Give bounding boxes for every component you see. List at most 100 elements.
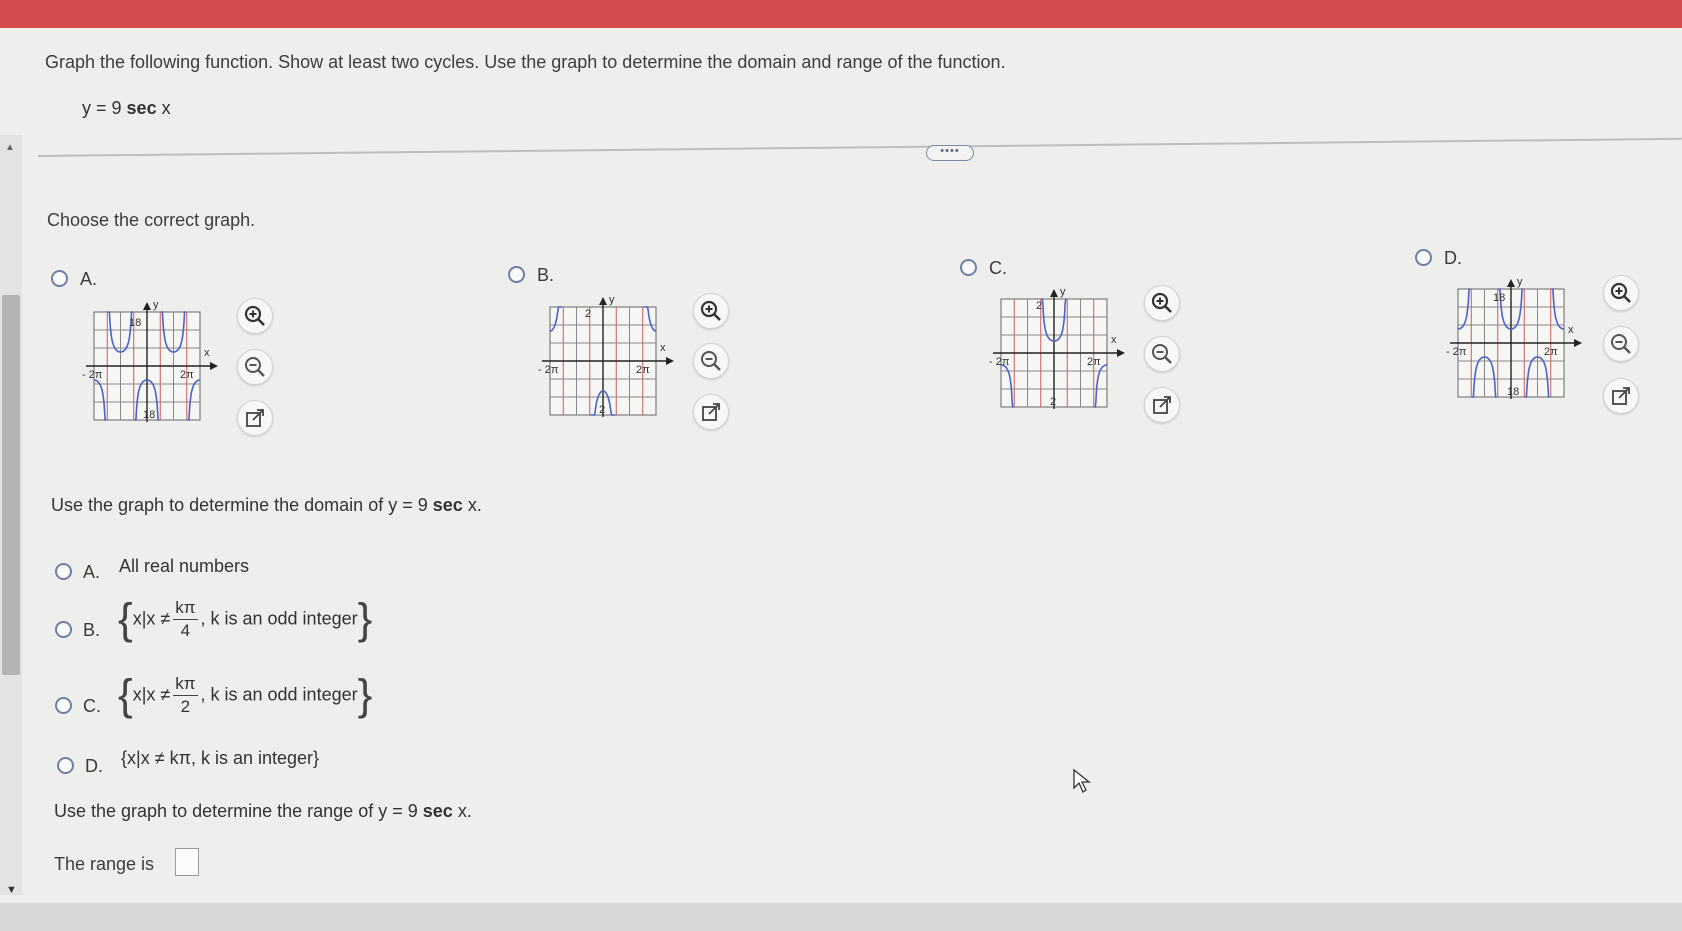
domain-question-prefix: Use the graph to determine the domain of… — [51, 495, 428, 515]
x-neg-tick-label: - 2π — [82, 369, 103, 381]
graph-option-a[interactable]: y x 18 18 - 2π 2π — [78, 299, 223, 440]
y-min-tick-label: 2 — [1050, 396, 1056, 408]
top-header-bar — [0, 0, 1682, 30]
question-panel — [0, 28, 1682, 903]
range-question: Use the graph to determine the range of … — [54, 801, 472, 822]
domain-option-b-tail: , k is an odd integer — [200, 608, 358, 629]
function-sec: sec — [126, 98, 157, 118]
domain-option-c-fraction: kπ 2 — [173, 673, 198, 718]
domain-option-c-label: C. — [83, 696, 101, 716]
domain-option-c-set: {x|x ≠ kπ 2, k is an odd integer} — [118, 673, 372, 718]
x-axis-label: x — [1568, 324, 1574, 336]
y-max-tick-label: 18 — [1493, 292, 1505, 304]
scrollbar-thumb[interactable] — [2, 295, 20, 675]
graph-c-zoom-in-button[interactable] — [1144, 285, 1180, 321]
graph-c-zoom-out-button[interactable] — [1144, 336, 1180, 372]
domain-option-c-tail: , k is an odd integer — [200, 684, 358, 705]
domain-question-sec: sec — [432, 495, 463, 515]
x-axis-label: x — [1111, 334, 1117, 346]
external-link-icon — [702, 403, 720, 421]
graph-option-d-radio[interactable] — [1415, 249, 1432, 266]
domain-option-c-numerator: kπ — [173, 673, 198, 696]
x-neg-tick-label: - 2π — [989, 356, 1010, 368]
domain-option-d-label: D. — [85, 756, 103, 776]
graph-c-open-external-button[interactable] — [1144, 387, 1180, 423]
domain-option-c-denominator: 2 — [180, 697, 191, 716]
left-brace: { — [118, 670, 133, 720]
x-axis-label: x — [204, 347, 210, 359]
x-neg-tick-label: - 2π — [538, 364, 559, 376]
domain-option-b-label: B. — [83, 620, 101, 640]
function-prefix: y = 9 — [82, 98, 122, 118]
y-max-tick-label: 18 — [129, 317, 141, 329]
domain-option-d-text: {x|x ≠ kπ, k is an integer} — [121, 748, 320, 768]
graph-a-open-external-button[interactable] — [237, 400, 273, 436]
external-link-icon — [1612, 387, 1630, 405]
graph-d-open-external-button[interactable] — [1603, 378, 1639, 414]
y-max-tick-label: 2 — [1036, 300, 1042, 312]
domain-option-b-denominator: 4 — [180, 621, 191, 640]
graph-b-zoom-out-button[interactable] — [693, 343, 729, 379]
range-question-prefix: Use the graph to determine the range of … — [54, 801, 418, 821]
graph-option-b-radio[interactable] — [508, 266, 525, 283]
y-axis-label: y — [609, 295, 615, 306]
domain-option-b-radio[interactable] — [55, 621, 72, 638]
domain-option-a-text: All real numbers — [119, 556, 250, 576]
graph-option-b[interactable]: y x 2 2 - 2π 2π — [534, 294, 679, 435]
scroll-down-arrow-icon[interactable]: ▼ — [6, 884, 17, 896]
zoom-in-icon — [244, 305, 265, 326]
domain-option-a-radio[interactable] — [55, 563, 72, 580]
graph-option-c[interactable]: y x 2 2 - 2π 2π — [985, 286, 1130, 427]
x-pos-tick-label: 2π — [1087, 356, 1101, 368]
choose-graph-label: Choose the correct graph. — [47, 210, 256, 230]
zoom-in-icon — [1151, 292, 1172, 313]
y-axis-label: y — [1060, 287, 1066, 298]
graph-a-zoom-in-button[interactable] — [237, 298, 273, 334]
graph-option-a-label: A. — [80, 269, 98, 289]
graph-d-zoom-in-button[interactable] — [1603, 275, 1639, 311]
x-pos-tick-label: 2π — [1544, 346, 1558, 358]
range-answer-input[interactable] — [175, 848, 199, 876]
question-prompt: Graph the following function. Show at le… — [45, 52, 1006, 72]
graph-option-a-radio[interactable] — [51, 270, 68, 287]
graph-b-open-external-button[interactable] — [693, 394, 729, 430]
zoom-out-icon — [245, 357, 265, 377]
y-max-tick-label: 2 — [585, 308, 591, 320]
graph-b-zoom-in-button[interactable] — [693, 293, 729, 329]
x-pos-tick-label: 2π — [636, 364, 650, 376]
graph-a-zoom-out-button[interactable] — [237, 349, 273, 385]
y-axis-label: y — [1517, 277, 1523, 288]
zoom-out-icon — [1152, 344, 1172, 364]
scroll-up-arrow-icon[interactable]: ▲ — [5, 142, 15, 153]
external-link-icon — [1153, 396, 1171, 414]
range-answer-label: The range is — [54, 854, 155, 874]
graph-option-d[interactable]: y x 18 18 - 2π 2π — [1442, 276, 1587, 417]
graph-option-b-label: B. — [537, 265, 555, 285]
graph-d-zoom-out-button[interactable] — [1603, 326, 1639, 362]
graph-option-c-radio[interactable] — [960, 259, 977, 276]
function-var: x — [161, 98, 171, 118]
domain-option-d-radio[interactable] — [57, 757, 74, 774]
right-brace: } — [357, 594, 373, 644]
graph-option-c-label: C. — [989, 258, 1007, 278]
external-link-icon — [246, 409, 264, 427]
domain-question-suffix: x. — [467, 495, 482, 515]
domain-option-c-radio[interactable] — [55, 697, 72, 714]
zoom-in-icon — [700, 300, 721, 321]
domain-option-b-set: {x|x ≠ kπ 4, k is an odd integer} — [118, 597, 372, 642]
zoom-in-icon — [1610, 282, 1631, 303]
domain-option-c-set-start: x|x ≠ — [132, 684, 171, 705]
x-pos-tick-label: 2π — [180, 369, 194, 381]
mouse-cursor-icon — [1073, 768, 1091, 793]
y-min-tick-label: 2 — [599, 404, 605, 416]
zoom-out-icon — [701, 351, 721, 371]
x-axis-label: x — [660, 342, 666, 354]
domain-option-b-set-start: x|x ≠ — [132, 608, 171, 629]
range-question-sec: sec — [422, 801, 453, 821]
expand-button[interactable]: •••• — [926, 145, 974, 161]
right-brace: } — [357, 670, 373, 720]
function-expression: y = 9 sec x — [82, 98, 171, 119]
vertical-scrollbar[interactable] — [0, 135, 22, 895]
domain-option-b-numerator: kπ — [173, 597, 198, 620]
y-min-tick-label: 18 — [1507, 386, 1519, 398]
